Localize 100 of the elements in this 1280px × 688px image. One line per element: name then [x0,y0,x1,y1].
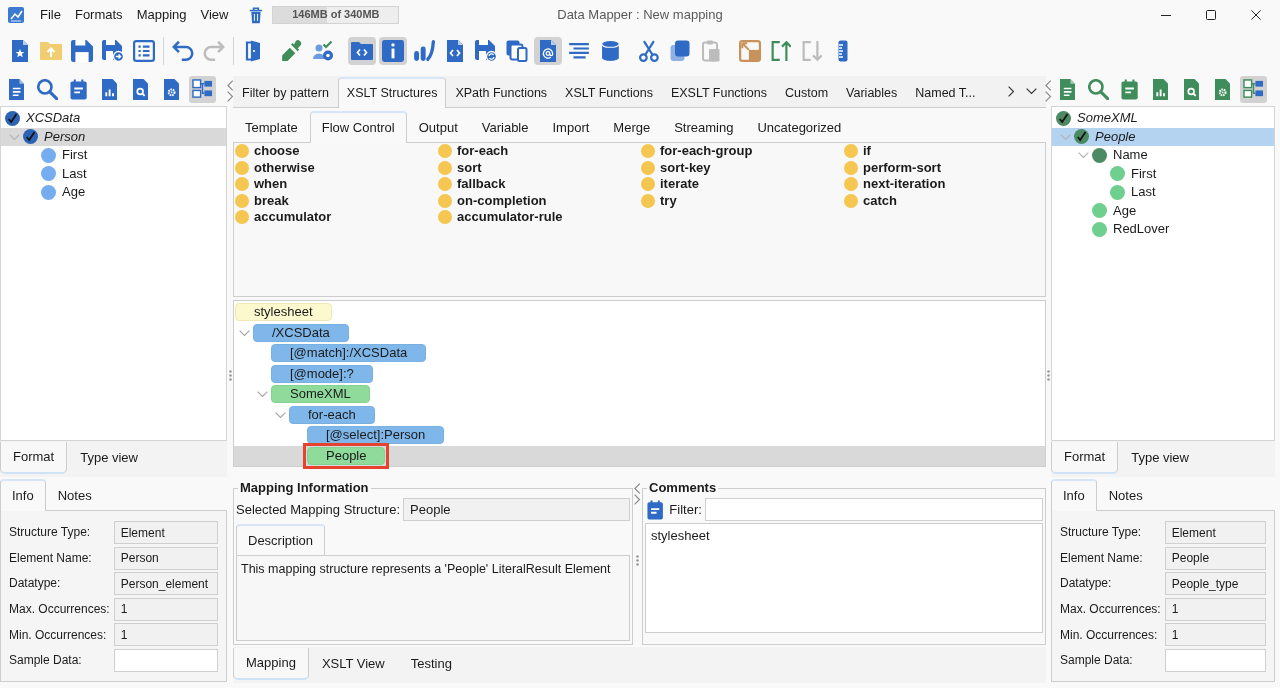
palette-item[interactable]: try [641,192,677,209]
tab[interactable]: Type view [1118,442,1202,474]
input-field[interactable]: 1 [1164,623,1266,647]
input-field[interactable]: Person [113,546,218,570]
tab[interactable]: Mapping [233,648,309,680]
tab[interactable]: Description [236,524,326,556]
tree-node-label[interactable]: First [62,147,88,164]
palette-item[interactable]: on-completion [438,192,547,209]
tab[interactable]: Variable [469,111,541,143]
tab[interactable]: Output [406,111,470,143]
tree-node-label[interactable]: First [1131,165,1157,182]
tab[interactable]: Uncategorized [745,111,854,143]
mapping-node[interactable]: /XCSData [253,323,349,342]
toolbar-button[interactable] [736,37,764,65]
toolbar-button[interactable] [130,37,158,65]
tab[interactable]: Info [1051,479,1097,511]
tab[interactable]: Filter by pattern [233,77,338,108]
tree-node-label[interactable]: Age [1113,202,1137,219]
menu-item[interactable]: File [33,2,68,28]
tab[interactable]: XPath Functions [446,77,557,108]
palette-item[interactable]: accumulator [235,209,332,226]
tab[interactable]: Format [1051,442,1119,474]
tree-node-label[interactable]: Person [44,128,86,145]
palette-item[interactable]: fallback [438,176,506,193]
palette-item[interactable]: sort [438,159,482,176]
palette-item[interactable]: accumulator-rule [438,209,563,226]
input-field[interactable]: People [1164,546,1266,570]
toolbar-button[interactable] [534,37,562,65]
toolbar-button[interactable] [348,37,376,65]
chevron-down-icon[interactable] [274,411,286,418]
palette-item[interactable]: otherwise [235,159,315,176]
chevron-left-icon[interactable] [1045,80,1052,91]
tab[interactable]: EXSLT Functions [661,77,776,108]
selected-row[interactable]: People [1052,127,1274,146]
chevron-right-icon[interactable] [1045,91,1052,102]
input-field[interactable]: Element [1164,521,1266,544]
tab[interactable]: Notes [1096,479,1155,511]
tree-node-label[interactable]: People [1095,128,1136,145]
grip-icon[interactable] [636,554,639,566]
palette-item[interactable]: break [235,192,289,209]
tab[interactable]: XSLT Structures [337,77,447,108]
input-field[interactable]: People [403,498,630,521]
input-field[interactable] [113,648,218,672]
chevron-left-icon[interactable] [634,483,641,494]
input-field[interactable]: Person_element [113,572,218,596]
input-field[interactable]: People_type [1164,572,1266,596]
tab[interactable]: Merge [601,111,663,143]
palette-item[interactable]: if [844,143,871,160]
toolbar-button[interactable] [472,37,500,65]
mapping-node[interactable]: People [307,446,386,465]
chevron-right-icon[interactable] [634,494,641,505]
panel-tool-button[interactable] [1240,75,1267,103]
toolbar-button[interactable] [379,37,407,65]
tab[interactable]: Streaming [662,111,746,143]
tab[interactable]: Testing [397,648,465,680]
grip-icon[interactable] [228,369,232,381]
tab[interactable]: XSLT View [308,648,398,680]
mapping-node[interactable]: for-each [289,405,375,424]
chevron-down-icon[interactable] [256,391,268,398]
menu-item[interactable]: Formats [67,2,130,28]
toolbar-button[interactable] [68,37,96,65]
tab[interactable]: Variables [837,77,907,108]
tab[interactable]: Import [540,111,602,143]
mapping-node[interactable]: [@match]:/XCSData [271,344,427,363]
chevron-down-icon[interactable] [238,329,250,336]
palette-item[interactable]: for-each-group [641,143,753,160]
tree-node-label[interactable]: SomeXML [1077,110,1138,127]
mapping-node[interactable]: [@mode]:? [271,364,373,383]
selected-row[interactable]: People [234,445,1045,466]
palette-item[interactable]: iterate [641,176,700,193]
tab[interactable]: Flow Control [309,111,407,143]
panel-tool-button[interactable] [189,75,216,103]
tree-node-label[interactable]: Last [1131,184,1156,201]
palette-item[interactable]: next-iteration [844,176,946,193]
tab-list-icon[interactable] [1026,88,1037,95]
palette-item[interactable]: catch [844,192,897,209]
filter-field[interactable] [704,498,1043,521]
mapping-node[interactable]: SomeXML [271,385,370,404]
tab[interactable]: Notes [45,479,104,511]
palette-item[interactable]: perform-sort [844,159,941,176]
tab[interactable]: Named T... [906,77,985,108]
mapping-node[interactable]: stylesheet [235,303,332,322]
input-field[interactable]: 1 [113,623,218,647]
input-field[interactable]: 1 [1164,597,1266,621]
palette-item[interactable]: for-each [438,143,509,160]
grip-icon[interactable] [1047,369,1050,381]
tab[interactable]: Custom [776,77,838,108]
tab[interactable]: Type view [67,442,151,474]
chevron-left-icon[interactable] [226,80,234,91]
menu-item[interactable]: Mapping [129,2,194,28]
selected-row[interactable]: Person [1,127,226,146]
tree-node-label[interactable]: Last [62,165,87,182]
tree-node-label[interactable]: Age [62,184,86,201]
menu-item[interactable]: View [193,2,236,28]
palette-item[interactable]: choose [235,143,300,160]
tab[interactable]: XSLT Functions [556,77,662,108]
mapping-node[interactable]: [@select]:Person [307,426,445,445]
palette-item[interactable]: when [235,176,288,193]
tree-node-label[interactable]: XCSData [26,110,81,127]
tab[interactable]: Template [233,111,310,143]
